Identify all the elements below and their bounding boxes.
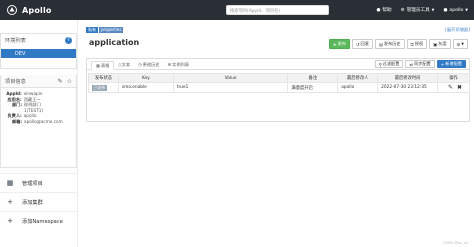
status-badge: 已发布 [92, 84, 108, 91]
edit-icon[interactable]: ✎ [58, 78, 63, 85]
help-link[interactable]: ● 帮助 [376, 7, 391, 14]
cell-time: 2022-07-30 23:12:35 [377, 82, 438, 93]
sync-icon: ⇄ [409, 61, 413, 67]
namespace-title: application [89, 38, 140, 47]
col-comment: 备注 [287, 73, 339, 83]
project-info-panel: 项目信息 ✎ ☆ AppId: xinwapin 应用名: 西藏王一 部门: 样例部门… [0, 75, 77, 168]
project-info-title: 项目信息 [5, 78, 26, 85]
caret-down-icon: ▼ [461, 42, 464, 46]
col-key: Key [117, 73, 174, 83]
format-tag: properties [99, 27, 124, 33]
sync-config-button[interactable]: ⇄ 同步配置 [405, 60, 435, 68]
col-actions: 操作 [437, 73, 470, 83]
gray-release-button[interactable]: ▣ 灰度 [429, 39, 451, 49]
tab-table[interactable]: ▦ 表格 [91, 61, 115, 70]
table-header-row: 发布状态 Key Value 备注 最后修改人 最后修改时间 操作 [88, 73, 470, 83]
env-panel: 环境列表 ? DEV [0, 33, 77, 69]
col-modifier: 最后修改人 [337, 73, 379, 83]
tab-text[interactable]: ▯ 文本 [114, 60, 134, 69]
col-value: Value [172, 73, 289, 83]
filter-config-button[interactable]: ⚲ 过滤配置 [374, 60, 404, 68]
col-modified-time: 最后修改时间 [377, 73, 438, 83]
top-navbar: Apollo 搜索项目(AppId、项目名) ● 帮助 ⚙ 管理员工具 ▼ ● apol… [0, 0, 474, 20]
env-item-dev[interactable]: DEV [1, 49, 76, 58]
env-panel-title: 环境列表 [5, 38, 26, 44]
tab-change-history[interactable]: ◷ 更改历史 [134, 60, 163, 69]
grid-icon: ▦ [6, 179, 14, 187]
rollback-button[interactable]: ↺ 回滚 [351, 39, 373, 49]
publish-button[interactable]: ➤ 发布 [329, 39, 350, 49]
authorize-button[interactable]: ⚿ 授权 [406, 39, 428, 49]
send-icon: ➤ [333, 41, 337, 47]
history-icon: ▤ [378, 41, 383, 47]
tab-instances[interactable]: ☰ 实例列表 [163, 60, 193, 69]
list-icon: ☰ [167, 62, 172, 67]
table-row: 已发布 smo.enable true1 满意度开启 apollo 2022-0… [88, 82, 470, 93]
help-icon: ● [376, 7, 381, 13]
apollo-logo-icon [7, 5, 17, 15]
add-config-button[interactable]: + 新增配置 [436, 60, 466, 68]
file-icon: ▯ [118, 62, 121, 67]
caret-down-icon: ▼ [465, 8, 468, 12]
undo-icon: ↺ [355, 41, 360, 47]
main-content: 私有 properties [展开]/[收起] application ➤ 发布 … [84, 20, 470, 247]
info-department: 部门: 样例部门1(TEST1) [11, 102, 44, 113]
config-table: 发布状态 Key Value 备注 最后修改人 最后修改时间 操作 已发布 sm… [88, 73, 470, 93]
manage-project-link[interactable]: ▦ 管理项目 [0, 173, 78, 192]
gear-icon: ⚙ [400, 7, 405, 13]
sidebar: 环境列表 ? DEV 项目信息 ✎ ☆ AppId: xinwapin 应用名: 西… [0, 20, 78, 247]
footer-watermark: CSDN @xx_xx [442, 241, 468, 245]
user-icon: ● [443, 7, 448, 13]
filter-icon: ⚲ [378, 61, 382, 67]
cell-value: true1 [172, 82, 289, 93]
add-namespace-link[interactable]: + 添加Namespace [0, 211, 78, 230]
user-menu[interactable]: ● apollo ▼ [443, 8, 468, 13]
col-status: 发布状态 [88, 73, 119, 83]
caret-down-icon: ▼ [431, 8, 435, 12]
plus-icon: + [440, 61, 445, 67]
info-email: 邮箱: apollo@acme.com [11, 118, 63, 124]
private-tag: 私有 [86, 27, 98, 33]
delete-icon[interactable]: ✖ [457, 84, 462, 91]
settings-dropdown[interactable]: ⚙ ▼ [452, 39, 468, 49]
logo[interactable]: Apollo [6, 0, 52, 20]
table-icon: ▦ [96, 63, 100, 68]
plus-icon: + [7, 198, 13, 206]
view-tabs: ▦ 表格 ▯ 文本 ◷ 更改历史 ☰ 实例列表 ⚲ 过滤配置 ⇄ 同步配置 + 新增配置 [87, 59, 469, 70]
plus-icon: + [7, 217, 13, 225]
search-input[interactable]: 搜索项目(AppId、项目名) [226, 5, 329, 15]
publish-history-button[interactable]: ▤ 发布历史 [374, 39, 405, 49]
brand-name: Apollo [22, 5, 52, 15]
cell-key: smo.enable [117, 82, 174, 93]
namespace-card: ▦ 表格 ▯ 文本 ◷ 更改历史 ☰ 实例列表 ⚲ 过滤配置 ⇄ 同步配置 + 新增配置 发布… [86, 58, 470, 122]
key-icon: ⚿ [410, 41, 414, 47]
star-icon[interactable]: ☆ [67, 78, 72, 85]
gray-icon: ▣ [433, 41, 438, 47]
clock-icon: ◷ [138, 62, 142, 67]
cell-comment: 满意度开启 [287, 82, 339, 93]
add-cluster-link[interactable]: + 添加集群 [0, 192, 78, 211]
admin-tools-menu[interactable]: ⚙ 管理员工具 ▼ [400, 7, 435, 14]
edit-icon[interactable]: ✎ [448, 84, 453, 91]
cell-modifier: apollo [337, 82, 379, 93]
expand-collapse-link[interactable]: [展开]/[收起] [445, 27, 470, 33]
gear-icon: ⚙ [456, 41, 461, 47]
help-icon[interactable]: ? [65, 37, 72, 44]
